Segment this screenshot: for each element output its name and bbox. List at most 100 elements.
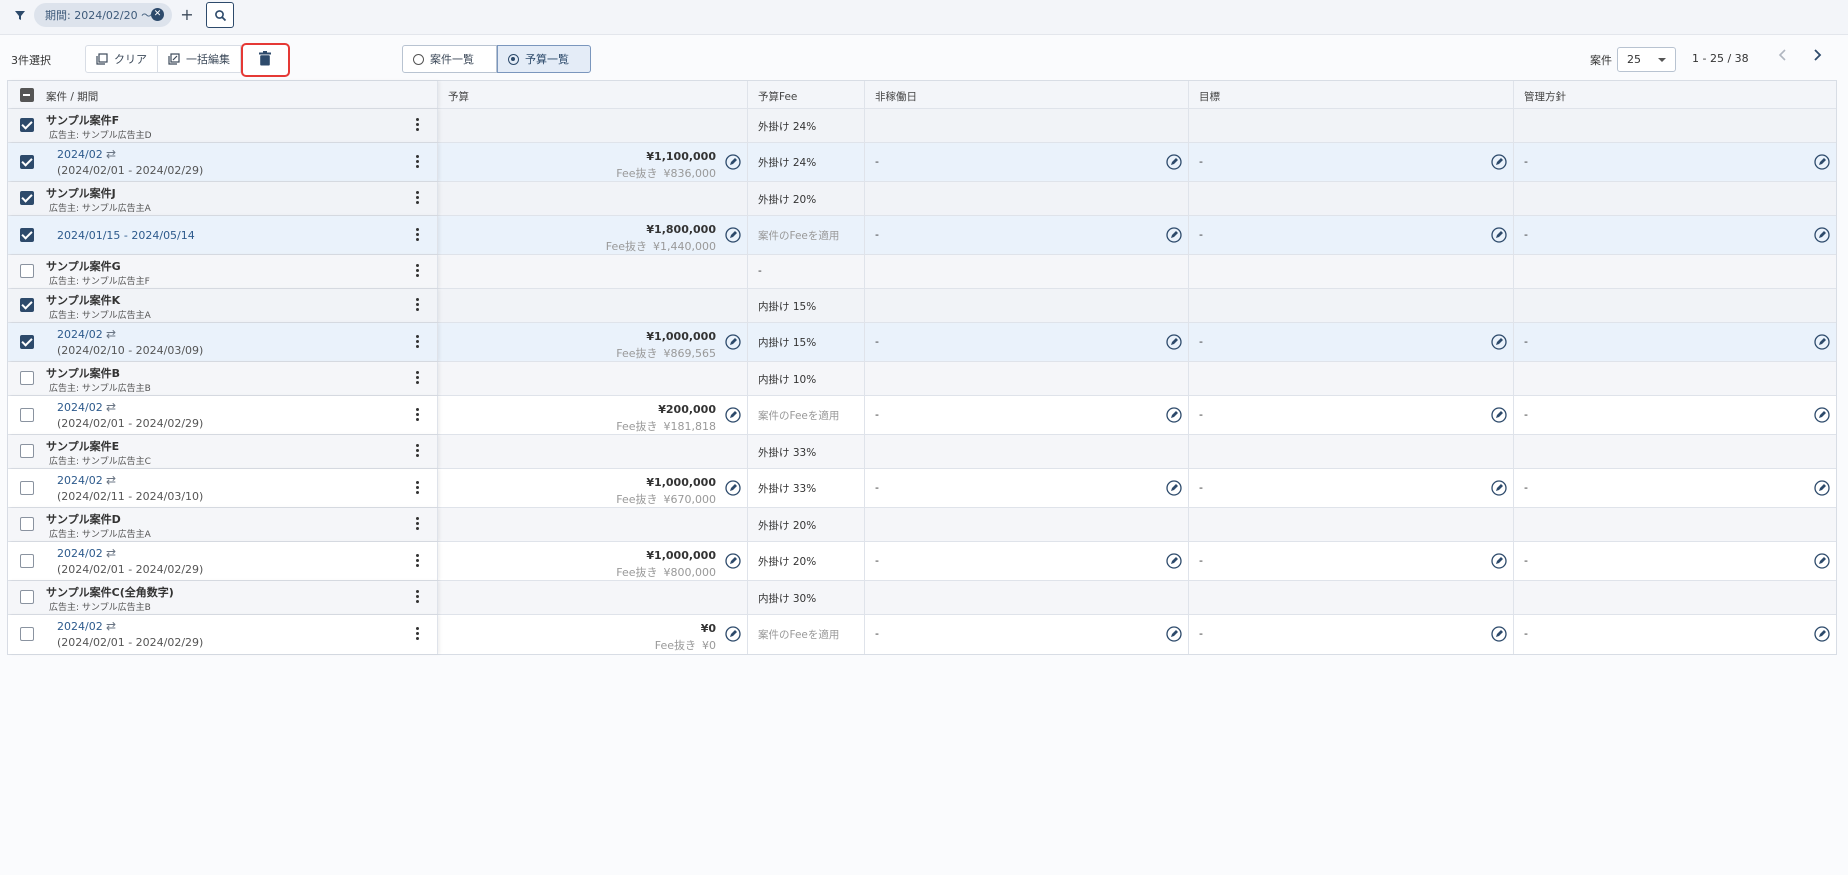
edit-icon[interactable]: [1814, 626, 1830, 642]
row-checkbox[interactable]: [20, 517, 34, 531]
edit-icon[interactable]: [1491, 553, 1507, 569]
edit-icon[interactable]: [1814, 480, 1830, 496]
project-name[interactable]: サンプル案件E: [46, 438, 119, 454]
edit-icon[interactable]: [1166, 480, 1182, 496]
row-checkbox[interactable]: [20, 627, 34, 641]
swap-icon[interactable]: ⇄: [106, 546, 116, 560]
swap-icon[interactable]: ⇄: [106, 619, 116, 633]
row-checkbox[interactable]: [20, 228, 34, 242]
per-page-select[interactable]: 25: [1617, 47, 1676, 72]
fee-excluded-label: Fee抜き: [616, 420, 658, 433]
row-checkbox[interactable]: [20, 118, 34, 132]
clear-button[interactable]: クリア: [86, 46, 158, 72]
row-menu-button[interactable]: [416, 481, 420, 496]
row-menu-button[interactable]: [416, 444, 420, 459]
swap-icon[interactable]: ⇄: [106, 473, 116, 487]
period-filter-chip[interactable]: 期間: 2024/02/20 〜 ✕: [34, 3, 172, 27]
row-menu-button[interactable]: [416, 155, 420, 170]
budget-period[interactable]: 2024/02: [57, 401, 103, 414]
row-checkbox[interactable]: [20, 191, 34, 205]
prev-page-button[interactable]: [1778, 47, 1788, 66]
row-menu-button[interactable]: [416, 517, 420, 532]
edit-icon[interactable]: [1814, 227, 1830, 243]
budget-period[interactable]: 2024/01/15 - 2024/05/14: [57, 229, 195, 242]
edit-icon[interactable]: [725, 407, 741, 423]
select-all-checkbox[interactable]: [20, 88, 34, 102]
budget-period[interactable]: 2024/02: [57, 547, 103, 560]
advertiser-name: 広告主: サンプル広告主D: [49, 131, 152, 141]
edit-icon[interactable]: [1491, 334, 1507, 350]
fee-excluded-value: ¥1,440,000: [653, 240, 716, 253]
row-menu-button[interactable]: [416, 264, 420, 279]
row-menu-button[interactable]: [416, 371, 420, 386]
close-icon[interactable]: ✕: [151, 8, 164, 21]
project-name[interactable]: サンプル案件C(全角数字): [46, 584, 174, 600]
budget-period[interactable]: 2024/02: [57, 474, 103, 487]
edit-icon[interactable]: [1491, 227, 1507, 243]
edit-icon[interactable]: [1491, 154, 1507, 170]
edit-icon[interactable]: [1166, 553, 1182, 569]
budget-net: Fee抜き ¥0: [655, 637, 716, 653]
project-name[interactable]: サンプル案件J: [46, 185, 116, 201]
budget-period[interactable]: 2024/02: [57, 620, 103, 633]
edit-icon[interactable]: [1166, 407, 1182, 423]
edit-icon[interactable]: [1491, 626, 1507, 642]
project-name[interactable]: サンプル案件G: [46, 258, 121, 274]
row-checkbox[interactable]: [20, 444, 34, 458]
row-checkbox[interactable]: [20, 155, 34, 169]
edit-icon[interactable]: [725, 227, 741, 243]
swap-icon[interactable]: ⇄: [106, 327, 116, 341]
row-menu-button[interactable]: [416, 554, 420, 569]
row-checkbox[interactable]: [20, 298, 34, 312]
edit-icon[interactable]: [725, 154, 741, 170]
row-checkbox[interactable]: [20, 590, 34, 604]
edit-icon[interactable]: [725, 626, 741, 642]
row-checkbox[interactable]: [20, 335, 34, 349]
swap-icon[interactable]: ⇄: [106, 147, 116, 161]
row-menu-button[interactable]: [416, 191, 420, 206]
edit-icon[interactable]: [725, 553, 741, 569]
downtime-cell: [865, 435, 1189, 468]
view-option-projects[interactable]: 案件一覧: [402, 45, 497, 73]
edit-icon[interactable]: [1491, 480, 1507, 496]
budget-period[interactable]: 2024/02: [57, 148, 103, 161]
row-checkbox[interactable]: [20, 554, 34, 568]
edit-icon[interactable]: [1166, 227, 1182, 243]
bulk-edit-button[interactable]: 一括編集: [158, 46, 241, 72]
row-checkbox[interactable]: [20, 481, 34, 495]
edit-icon[interactable]: [1814, 334, 1830, 350]
fee-value: 外掛け 24%: [758, 157, 817, 169]
row-menu-button[interactable]: [416, 627, 420, 642]
filter-icon[interactable]: [13, 8, 27, 22]
row-checkbox[interactable]: [20, 408, 34, 422]
view-option-budget[interactable]: 予算一覧: [497, 45, 591, 73]
swap-icon[interactable]: ⇄: [106, 400, 116, 414]
project-name[interactable]: サンプル案件F: [46, 112, 119, 128]
next-page-button[interactable]: [1812, 47, 1822, 66]
edit-icon[interactable]: [1166, 626, 1182, 642]
row-checkbox[interactable]: [20, 371, 34, 385]
row-menu-button[interactable]: [416, 118, 420, 133]
edit-icon[interactable]: [1166, 334, 1182, 350]
budget-period[interactable]: 2024/02: [57, 328, 103, 341]
row-checkbox[interactable]: [20, 264, 34, 278]
add-filter-button[interactable]: +: [179, 4, 195, 26]
project-name[interactable]: サンプル案件B: [46, 365, 120, 381]
row-menu-button[interactable]: [416, 335, 420, 350]
project-name[interactable]: サンプル案件K: [46, 292, 120, 308]
row-menu-button[interactable]: [416, 408, 420, 423]
goal-value: -: [1199, 481, 1203, 494]
edit-icon[interactable]: [1166, 154, 1182, 170]
edit-icon[interactable]: [1814, 553, 1830, 569]
edit-icon[interactable]: [1814, 154, 1830, 170]
row-menu-button[interactable]: [416, 228, 420, 243]
policy-cell: -: [1514, 396, 1836, 434]
edit-icon[interactable]: [725, 334, 741, 350]
search-button[interactable]: [206, 2, 234, 28]
project-name[interactable]: サンプル案件D: [46, 511, 121, 527]
row-menu-button[interactable]: [416, 590, 420, 605]
row-menu-button[interactable]: [416, 298, 420, 313]
edit-icon[interactable]: [1491, 407, 1507, 423]
edit-icon[interactable]: [1814, 407, 1830, 423]
edit-icon[interactable]: [725, 480, 741, 496]
